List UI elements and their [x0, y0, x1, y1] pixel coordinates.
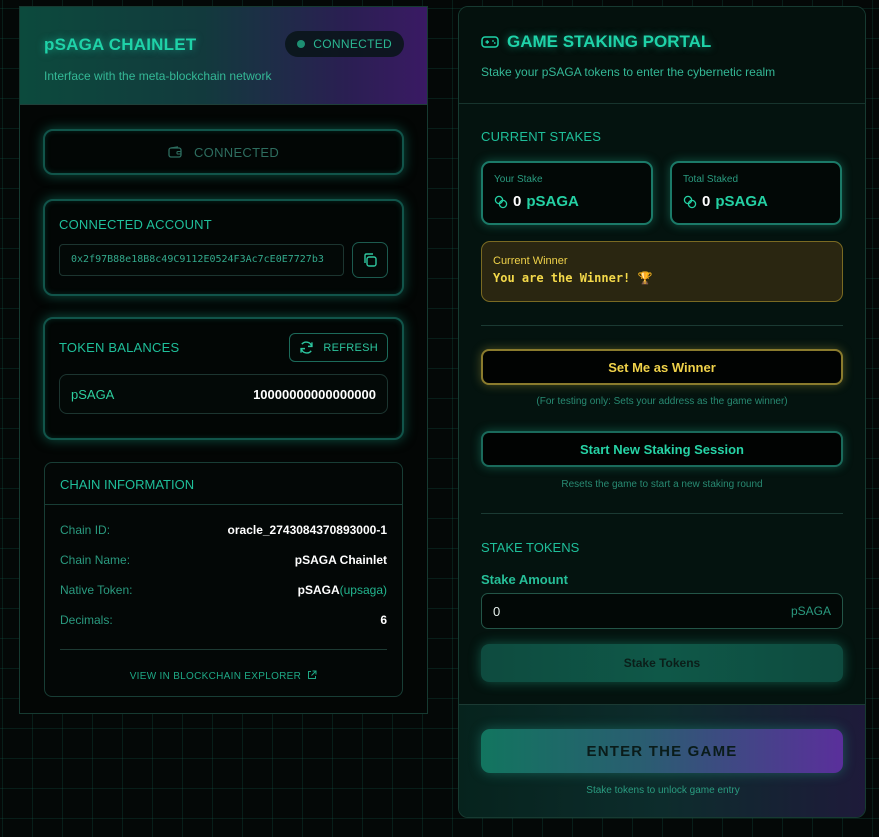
total-staked-token: pSAGA [715, 193, 768, 210]
coins-icon [494, 195, 508, 208]
stake-amount-input[interactable]: 0 pSAGA [481, 593, 843, 629]
chain-info-divider [60, 649, 387, 650]
decimals-key: Decimals: [60, 613, 113, 627]
chain-id-value: oracle_2743084370893000-1 [227, 523, 387, 537]
decimals-row: Decimals: 6 [60, 613, 387, 643]
gamepad-icon [481, 36, 499, 48]
blockchain-explorer-link[interactable]: VIEW IN BLOCKCHAIN EXPLORER [45, 670, 402, 682]
set-winner-note: (For testing only: Sets your address as … [536, 396, 788, 407]
chain-name-row: Chain Name: pSAGA Chainlet [60, 553, 387, 583]
chain-name-key: Chain Name: [60, 553, 131, 567]
section-divider [481, 325, 843, 326]
your-stake-token: pSAGA [526, 193, 579, 210]
chain-information-card: CHAIN INFORMATION Chain ID: oracle_27430… [44, 462, 403, 697]
connect-wallet-button[interactable]: CONNECTED [43, 129, 404, 175]
chainlet-panel: pSAGA CHAINLET Interface with the meta-b… [19, 6, 428, 714]
enter-game-button[interactable]: ENTER THE GAME [481, 729, 843, 773]
native-token-value: pSAGA(upsaga) [298, 583, 387, 613]
section-divider [481, 513, 843, 514]
connected-account-label: CONNECTED ACCOUNT [59, 217, 212, 232]
token-balance-row: pSAGA 10000000000000000 [59, 374, 388, 414]
decimals-value: 6 [380, 613, 387, 627]
stake-amount-value: 0 [493, 603, 501, 619]
stake-amount-label: Stake Amount [481, 572, 568, 587]
external-link-icon [308, 670, 317, 679]
copy-address-button[interactable] [352, 242, 388, 278]
coins-icon [683, 195, 697, 208]
chainlet-subtitle: Interface with the meta-blockchain netwo… [44, 69, 272, 83]
enter-game-section: ENTER THE GAME Stake tokens to unlock ga… [459, 704, 865, 817]
chainlet-header: pSAGA CHAINLET Interface with the meta-b… [20, 7, 427, 105]
balance-token-value: 10000000000000000 [253, 386, 376, 402]
copy-icon [364, 253, 377, 267]
staking-portal-panel: GAME STAKING PORTAL Stake your pSAGA tok… [458, 6, 866, 818]
set-winner-button[interactable]: Set Me as Winner [481, 349, 843, 385]
current-winner-card: Current Winner You are the Winner! 🏆 [481, 241, 843, 302]
native-token-symbol: pSAGA [297, 583, 340, 597]
chain-id-row: Chain ID: oracle_2743084370893000-1 [60, 523, 387, 553]
new-session-note: Resets the game to start a new staking r… [561, 479, 763, 490]
connect-wallet-label: CONNECTED [193, 144, 280, 160]
refresh-button[interactable]: REFRESH [289, 333, 388, 362]
total-staked-amount: 0 [702, 193, 711, 210]
wallet-icon [168, 146, 182, 158]
connection-status-text: CONNECTED [313, 37, 392, 51]
total-staked-label: Total Staked [683, 174, 739, 185]
token-balances-card: TOKEN BALANCES REFRESH pSAGA 10000000000… [43, 317, 404, 440]
portal-subtitle: Stake your pSAGA tokens to enter the cyb… [481, 65, 776, 79]
stake-amount-unit: pSAGA [790, 604, 831, 618]
balance-token-name: pSAGA [71, 386, 115, 402]
native-token-denom: (upsaga) [339, 583, 387, 597]
account-address-field[interactable]: 0x2f97B88e18B8c49C9112E0524F3Ac7cE0E7727… [59, 244, 344, 276]
refresh-label: REFRESH [323, 341, 378, 354]
native-token-key: Native Token: [60, 583, 133, 597]
status-dot-icon [297, 40, 306, 48]
token-balances-label: TOKEN BALANCES [59, 340, 180, 355]
explorer-link-label: VIEW IN BLOCKCHAIN EXPLORER [129, 671, 302, 682]
chain-information-label: CHAIN INFORMATION [45, 463, 402, 505]
portal-title: GAME STAKING PORTAL [507, 32, 712, 51]
chain-id-key: Chain ID: [60, 523, 111, 537]
stake-tokens-label: STAKE TOKENS [481, 540, 580, 555]
stake-tokens-button[interactable]: Stake Tokens [481, 644, 843, 682]
your-stake-amount: 0 [513, 193, 522, 210]
native-token-row: Native Token: pSAGA(upsaga) [60, 583, 387, 613]
current-winner-value: You are the Winner! 🏆 [493, 271, 653, 285]
current-stakes-label: CURRENT STAKES [481, 129, 602, 144]
connection-status-badge: CONNECTED [285, 31, 404, 57]
portal-header: GAME STAKING PORTAL Stake your pSAGA tok… [459, 7, 865, 104]
start-new-session-button[interactable]: Start New Staking Session [481, 431, 843, 467]
your-stake-label: Your Stake [494, 174, 543, 185]
total-staked-card: Total Staked 0 pSAGA [670, 161, 842, 225]
connected-account-card: CONNECTED ACCOUNT 0x2f97B88e18B8c49C9112… [43, 199, 404, 296]
enter-game-note: Stake tokens to unlock game entry [586, 785, 740, 796]
refresh-icon [300, 341, 313, 354]
your-stake-card: Your Stake 0 pSAGA [481, 161, 653, 225]
current-winner-label: Current Winner [493, 255, 568, 267]
chain-name-value: pSAGA Chainlet [294, 553, 387, 567]
